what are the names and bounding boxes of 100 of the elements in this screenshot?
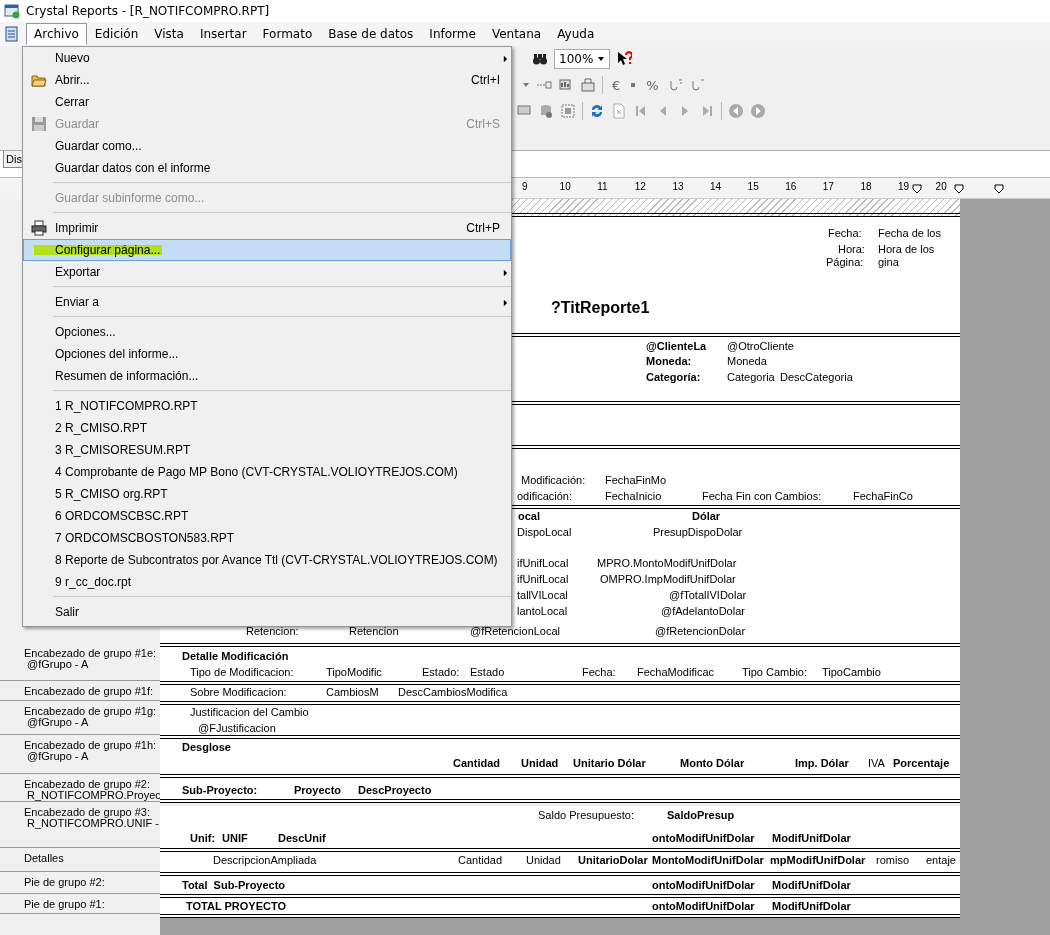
report-field[interactable]: Estado: [470, 665, 505, 679]
report-field[interactable]: MontoModifUnifDolar: [652, 853, 764, 867]
menu-item[interactable]: Exportar: [23, 261, 511, 283]
report-field[interactable]: OMPRO.ImpModifUnifDolar: [600, 572, 736, 586]
report-field[interactable]: FechaFinCo: [853, 489, 913, 503]
menu-item[interactable]: 1 R_NOTIFCOMPRO.RPT: [23, 395, 511, 417]
report-field[interactable]: Fecha Fin con Cambios:: [702, 489, 822, 503]
report-field[interactable]: gina: [878, 255, 899, 269]
menu-item[interactable]: Enviar a: [23, 291, 511, 313]
report-field[interactable]: DescripcionAmpliada: [213, 853, 317, 867]
menu-item[interactable]: Cerrar: [23, 91, 511, 113]
report-field[interactable]: IVA: [868, 756, 885, 770]
report-field[interactable]: Fecha:: [828, 226, 862, 240]
report-field[interactable]: Hora de los: [878, 242, 935, 256]
menu-bar-item[interactable]: Base de datos: [320, 23, 422, 45]
report-field[interactable]: Tipo Cambio:: [742, 665, 807, 679]
decimal-icon[interactable]: [689, 77, 706, 93]
report-field[interactable]: Retencion:: [246, 624, 299, 638]
menu-item[interactable]: Imprimir Ctrl+P: [23, 217, 511, 239]
menu-bar-item[interactable]: Ayuda: [549, 23, 603, 45]
document-icon[interactable]: [4, 26, 20, 42]
currency-button[interactable]: €: [609, 77, 624, 93]
report-field[interactable]: Sub-Proyecto:: [182, 783, 258, 797]
report-field[interactable]: Hora:: [838, 242, 865, 256]
menu-item[interactable]: 4 Comprobante de Pago MP Bono (CVT-CRYSTAL.VOLIOYTREJOS.COM): [23, 461, 511, 483]
report-field[interactable]: @fRetencionLocal: [470, 624, 561, 638]
report-field[interactable]: entaje: [926, 853, 956, 867]
report-field[interactable]: Estado:: [422, 665, 460, 679]
menu-item[interactable]: 5 R_CMISO org.RPT: [23, 483, 511, 505]
page-icon[interactable]: [611, 103, 627, 119]
menu-item[interactable]: Guardar datos con el informe: [23, 157, 511, 179]
menu-bar-item[interactable]: Insertar: [191, 23, 255, 45]
report-field[interactable]: Detalle Modificación: [182, 649, 289, 663]
report-field[interactable]: TipoModific: [326, 665, 382, 679]
report-field[interactable]: odificación:: [517, 489, 573, 503]
report-field[interactable]: Imp. Dólar: [795, 756, 849, 770]
report-field[interactable]: @fTotalIVIDolar: [669, 588, 747, 602]
menu-item[interactable]: Nuevo: [23, 47, 511, 69]
report-field[interactable]: Proyecto: [294, 783, 342, 797]
report-field[interactable]: @fRetencionDolar: [655, 624, 746, 638]
menu-item[interactable]: 6 ORDCOMSCBSC.RPT: [23, 505, 511, 527]
report-field[interactable]: romiso: [876, 853, 909, 867]
report-field[interactable]: TipoCambio: [822, 665, 881, 679]
menu-bar-item[interactable]: Vista: [146, 23, 192, 45]
report-field[interactable]: Categoría:: [646, 370, 701, 384]
report-field[interactable]: mpModifUnifDolar: [770, 853, 866, 867]
menu-item[interactable]: Opciones...: [23, 321, 511, 343]
report-field[interactable]: Unidad: [526, 853, 561, 867]
report-field[interactable]: FechaFinMo: [605, 473, 667, 487]
report-field[interactable]: PresupDispoDolar: [653, 525, 743, 539]
report-field[interactable]: UNIF: [222, 831, 248, 845]
report-field[interactable]: Moneda:: [646, 354, 692, 368]
section-label[interactable]: Pie de grupo #1:: [0, 898, 160, 914]
report-field[interactable]: @FJustificacion: [198, 721, 276, 735]
marker-icon[interactable]: [994, 184, 1004, 194]
report-field[interactable]: DescUnif: [278, 831, 326, 845]
report-field[interactable]: ifUnifLocal: [517, 556, 569, 570]
report-field[interactable]: ModifUnifDolar: [772, 899, 851, 913]
refresh-icon[interactable]: [589, 103, 605, 119]
menu-bar-item[interactable]: Informe: [421, 23, 484, 45]
menu-item[interactable]: Abrir... Ctrl+I: [23, 69, 511, 91]
report-field[interactable]: DescCategoria: [780, 370, 853, 384]
report-field[interactable]: ModifUnifDolar: [772, 831, 851, 845]
menu-bar-item[interactable]: Archivo: [26, 23, 87, 45]
frame-icon[interactable]: [560, 103, 576, 119]
report-field[interactable]: DescProyecto: [358, 783, 432, 797]
chart-icon[interactable]: [558, 77, 574, 93]
menu-item[interactable]: 7 ORDCOMSCBOSTON583.RPT: [23, 527, 511, 549]
report-field[interactable]: Unitario Dólar: [573, 756, 646, 770]
menu-item[interactable]: 9 r_cc_doc.rpt: [23, 571, 511, 593]
report-field[interactable]: ModifUnifDolar: [772, 878, 851, 892]
binoculars-icon[interactable]: [532, 51, 548, 67]
report-field[interactable]: lantoLocal: [517, 604, 568, 618]
report-field[interactable]: Modificación:: [521, 473, 586, 487]
report-field[interactable]: ontoModifUnifDolar: [652, 831, 755, 845]
menu-item[interactable]: Opciones del informe...: [23, 343, 511, 365]
menu-item[interactable]: 3 R_CMISORESUM.RPT: [23, 439, 511, 461]
menu-item[interactable]: Configurar página...: [23, 239, 511, 261]
report-field[interactable]: ifUnifLocal: [517, 572, 569, 586]
percent-button[interactable]: %: [643, 77, 662, 93]
report-field[interactable]: Desglose: [182, 740, 231, 754]
report-field[interactable]: Monto Dólar: [680, 756, 745, 770]
report-field[interactable]: ?TitReporte1: [551, 299, 650, 317]
menu-item[interactable]: Guardar como...: [23, 135, 511, 157]
report-field[interactable]: Retencion: [349, 624, 399, 638]
zoom-dropdown[interactable]: 100%: [554, 49, 611, 69]
report-field[interactable]: @fAdelantoDolar: [661, 604, 745, 618]
report-field[interactable]: DispoLocal: [517, 525, 572, 539]
caret-icon[interactable]: [597, 55, 606, 63]
report-field[interactable]: FechaInicio: [605, 489, 662, 503]
menu-item[interactable]: 2 R_CMISO.RPT: [23, 417, 511, 439]
report-field[interactable]: Tipo de Modificacion:: [190, 665, 294, 679]
menu-item[interactable]: 8 Reporte de Subcontratos por Avance Ttl (CVT-CRYSTAL.VOLIOYTREJOS.COM): [23, 549, 511, 571]
database-icon[interactable]: [538, 103, 554, 119]
report-field[interactable]: ontoModifUnifDolar: [652, 899, 755, 913]
report-field[interactable]: Moneda: [727, 354, 767, 368]
menu-item[interactable]: Resumen de información...: [23, 365, 511, 387]
report-field[interactable]: Categoria: [727, 370, 775, 384]
menu-bar-item[interactable]: Formato: [254, 23, 321, 45]
back-icon[interactable]: [728, 103, 744, 119]
